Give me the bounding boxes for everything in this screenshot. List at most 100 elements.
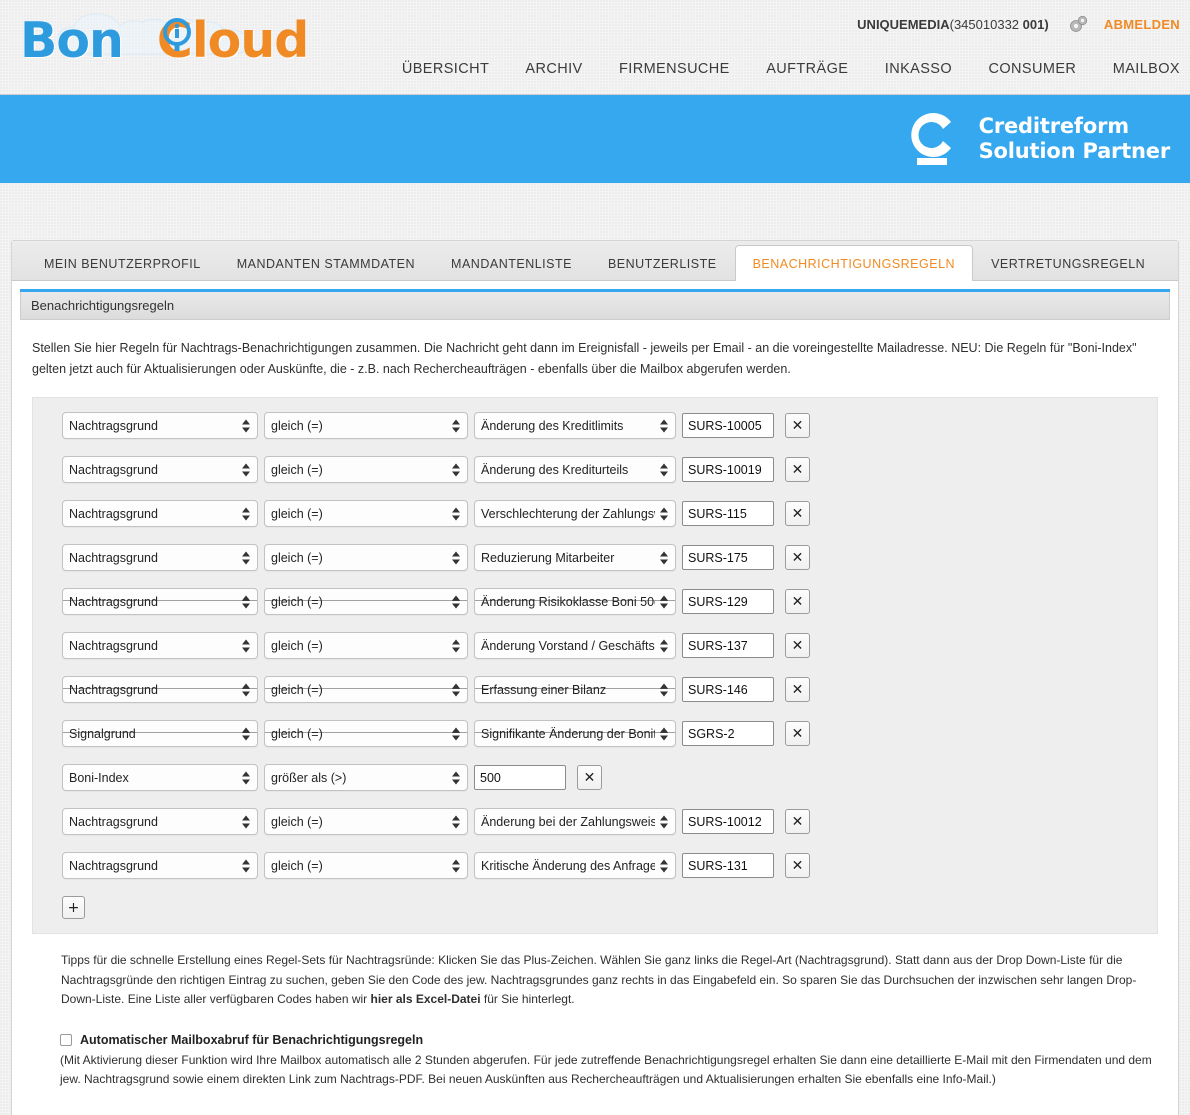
rule-value-select-wrapper: Reduzierung Mitarbeiter [474,544,676,572]
rule-row: Nachtragsgrund gleich (=) Änderung des Kre… [62,456,1141,484]
rule-code-input[interactable] [682,501,774,527]
rule-value-select[interactable]: Änderung des Kreditlimits [474,412,676,440]
rule-code-input[interactable] [682,413,774,439]
rule-value-select[interactable]: Kritische Änderung des Anfragezählers [474,852,676,880]
rule-operator-select[interactable]: gleich (=) [264,852,468,880]
rule-value-select[interactable]: Änderung Risikoklasse Boni 50er-Skala [474,588,676,616]
rule-value-select-wrapper: Signifikante Änderung der Bonität [474,720,676,748]
rule-type-select[interactable]: Nachtragsgrund [62,544,258,572]
rule-operator-select[interactable]: gleich (=) [264,412,468,440]
creditreform-logo: Creditreform Solution Partner [899,108,1170,170]
excel-file-link[interactable]: hier als Excel-Datei [371,992,481,1006]
logo-text-bon: Bon [20,12,124,69]
rule-value-select[interactable]: Signifikante Änderung der Bonität [474,720,676,748]
remove-rule-button[interactable]: ✕ [785,853,810,879]
tab-benutzerliste[interactable]: BENUTZERLISTE [590,245,735,281]
rule-value-select-wrapper: Verschlechterung der Zahlungsweise [474,500,676,528]
boncloud-logo[interactable]: Bon Cloud [14,8,324,80]
remove-rule-button[interactable]: ✕ [785,413,810,439]
rule-operator-select[interactable]: gleich (=) [264,588,468,616]
account-info: UNIQUEMEDIA(345010332 001) ABMELDEN [857,14,1180,37]
rule-type-select[interactable]: Nachtragsgrund [62,456,258,484]
rule-type-select[interactable]: Nachtragsgrund [62,412,258,440]
tab-mein-benutzerprofil[interactable]: MEIN BENUTZERPROFIL [26,245,219,281]
rule-value-select[interactable]: Erfassung einer Bilanz [474,676,676,704]
rule-value-select[interactable]: Verschlechterung der Zahlungsweise [474,500,676,528]
rule-type-select-wrapper: Boni-Index [62,764,258,792]
nav-item-inkasso[interactable]: INKASSO [885,61,952,77]
nav-item-archiv[interactable]: ARCHIV [525,61,582,77]
rule-type-select[interactable]: Nachtragsgrund [62,808,258,836]
gear-icon[interactable] [1068,14,1090,37]
rule-row: Boni-Indexgrößer als (>) ✕ [62,764,1141,792]
logout-link[interactable]: ABMELDEN [1104,17,1180,32]
main-navigation: ÜBERSICHT ARCHIV FIRMENSUCHE AUFTRÄGE IN… [402,61,1180,77]
rule-type-select[interactable]: Nachtragsgrund [62,500,258,528]
rule-type-select[interactable]: Nachtragsgrund [62,852,258,880]
rule-code-input[interactable] [682,721,774,747]
rule-type-select-wrapper: Signalgrund [62,720,258,748]
rule-threshold-input[interactable] [474,765,566,791]
rule-type-select[interactable]: Nachtragsgrund [62,588,258,616]
rule-value-select[interactable]: Reduzierung Mitarbeiter [474,544,676,572]
nav-item-auftraege[interactable]: AUFTRÄGE [766,61,848,77]
rule-operator-select-wrapper: gleich (=) [264,544,468,572]
remove-rule-button[interactable]: ✕ [785,501,810,527]
rule-operator-select[interactable]: gleich (=) [264,676,468,704]
rule-type-select[interactable]: Nachtragsgrund [62,632,258,660]
nav-item-consumer[interactable]: CONSUMER [989,61,1077,77]
rule-type-select-wrapper: Nachtragsgrund [62,808,258,836]
nav-item-uebersicht[interactable]: ÜBERSICHT [402,61,489,77]
remove-rule-button[interactable]: ✕ [785,589,810,615]
tab-mandanten-stammdaten[interactable]: MANDANTEN STAMMDATEN [219,245,433,281]
rule-value-select[interactable]: Änderung des Krediturteils [474,456,676,484]
remove-rule-button[interactable]: ✕ [785,633,810,659]
rule-operator-select[interactable]: gleich (=) [264,632,468,660]
rules-container: Nachtragsgrund gleich (=) Änderung des Kre… [32,397,1158,935]
rule-value-select-wrapper: Änderung bei der Zahlungsweise [474,808,676,836]
rule-type-select-wrapper: Nachtragsgrund [62,676,258,704]
rule-code-input[interactable] [682,809,774,835]
rule-type-select[interactable]: Nachtragsgrund [62,676,258,704]
remove-rule-button[interactable]: ✕ [577,765,602,791]
nav-item-firmensuche[interactable]: FIRMENSUCHE [619,61,730,77]
add-rule-button[interactable]: + [62,896,85,920]
rule-code-input[interactable] [682,545,774,571]
tab-vertretungsregeln[interactable]: VERTRETUNGSREGELN [973,245,1163,281]
rule-value-select[interactable]: Änderung bei der Zahlungsweise [474,808,676,836]
remove-rule-button[interactable]: ✕ [785,457,810,483]
creditreform-banner: Creditreform Solution Partner [0,95,1190,183]
rule-row: Nachtragsgrund gleich (=) Verschlechterung… [62,500,1141,528]
rule-operator-select[interactable]: gleich (=) [264,500,468,528]
tab-mandantenliste[interactable]: MANDANTENLISTE [433,245,590,281]
brand-line-2: Solution Partner [978,139,1171,163]
rule-type-select[interactable]: Signalgrund [62,720,258,748]
remove-rule-button[interactable]: ✕ [785,545,810,571]
nav-item-mailbox[interactable]: MAILBOX [1113,61,1180,77]
rule-operator-select[interactable]: gleich (=) [264,456,468,484]
remove-rule-button[interactable]: ✕ [785,809,810,835]
rule-value-select[interactable]: Änderung Vorstand / Geschäftsführung [474,632,676,660]
brand-line-1: Creditreform [978,113,1129,138]
rule-code-input[interactable] [682,633,774,659]
remove-rule-button[interactable]: ✕ [785,721,810,747]
rule-code-input[interactable] [682,677,774,703]
rule-value-select-wrapper: Änderung des Krediturteils [474,456,676,484]
rule-code-input[interactable] [682,457,774,483]
rule-operator-select-wrapper: gleich (=) [264,720,468,748]
panel-title: Benachrichtigungsregeln [20,292,1170,320]
rule-operator-select[interactable]: gleich (=) [264,720,468,748]
rule-operator-select[interactable]: gleich (=) [264,544,468,572]
rule-type-select[interactable]: Boni-Index [62,764,258,792]
rule-operator-select[interactable]: größer als (>) [264,764,468,792]
rule-operator-select[interactable]: gleich (=) [264,808,468,836]
remove-rule-button[interactable]: ✕ [785,677,810,703]
rule-operator-select-wrapper: gleich (=) [264,852,468,880]
rule-code-input[interactable] [682,589,774,615]
rule-code-input[interactable] [682,853,774,879]
magnifier-i-icon [163,18,191,51]
rule-operator-select-wrapper: gleich (=) [264,676,468,704]
checkbox-automatic-mailbox[interactable] [60,1033,72,1046]
top-header: Bon Cloud UNIQUEMEDIA(345010332 001) ABME… [0,0,1190,95]
tab-benachrichtigungsregeln[interactable]: BENACHRICHTIGUNGSREGELN [734,245,974,281]
